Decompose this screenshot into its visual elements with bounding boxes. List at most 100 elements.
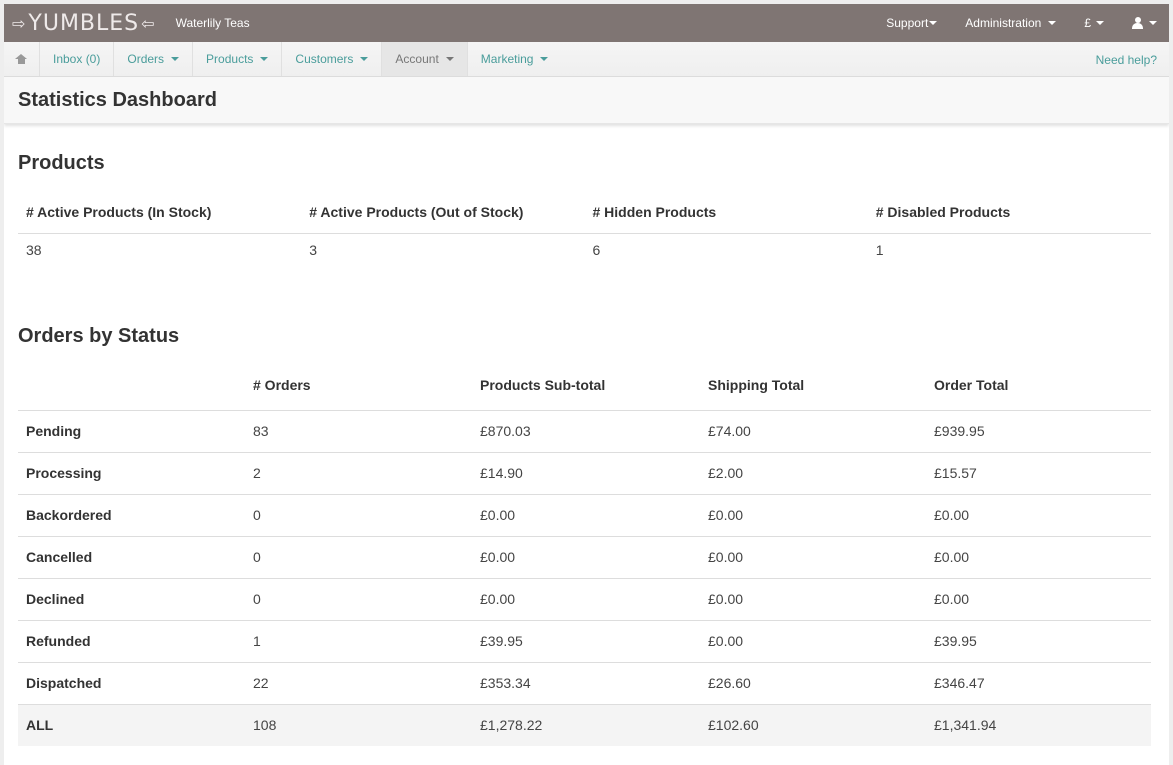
- nav-marketing[interactable]: Marketing: [468, 42, 562, 76]
- nav-products-label: Products: [206, 52, 254, 66]
- nav-customers[interactable]: Customers: [282, 42, 383, 76]
- user-icon: [1132, 17, 1143, 29]
- status-cell: ALL: [26, 717, 54, 734]
- total-cell: £39.95: [934, 633, 977, 649]
- shipping-cell: £2.00: [708, 465, 744, 481]
- page: ⇨ YUMBLES ⇦ Waterlily Teas Support Admin…: [4, 4, 1169, 765]
- orders-cell: 1: [253, 633, 261, 649]
- shipping-cell: £26.60: [708, 675, 751, 691]
- total-cell: £15.57: [934, 465, 977, 481]
- page-title: Statistics Dashboard: [18, 88, 217, 111]
- nav-account[interactable]: Account: [382, 42, 468, 76]
- caret-down-icon: [1096, 21, 1104, 25]
- yumbles-logo[interactable]: ⇨ YUMBLES ⇦: [4, 4, 158, 42]
- subtotal-cell: £870.03: [480, 423, 531, 439]
- table-row: Pending 83 £870.03 £74.00 £939.95: [18, 410, 1151, 452]
- col-status: [18, 360, 245, 411]
- user-menu[interactable]: [1118, 17, 1169, 29]
- logo-text: YUMBLES: [28, 10, 140, 36]
- caret-down-icon: [1149, 21, 1157, 25]
- nav-inbox-label: Inbox (0): [53, 52, 101, 66]
- products-header-row: # Active Products (In Stock) # Active Pr…: [18, 187, 1151, 234]
- top-right-menu: Support Administration £: [872, 4, 1169, 42]
- col-orders: # Orders: [245, 360, 472, 411]
- subtotal-cell: £0.00: [480, 507, 516, 523]
- active-in-stock-count: 38: [26, 241, 42, 258]
- table-row: Refunded 1 £39.95 £0.00 £39.95: [18, 620, 1151, 662]
- status-cell: Backordered: [26, 507, 112, 523]
- totals-row: ALL 108 £1,278.22 £102.60 £1,341.94: [18, 704, 1151, 746]
- orders-cell: 83: [253, 423, 269, 439]
- dashboard-content: Products # Active Products (In Stock) # …: [4, 152, 1169, 746]
- status-cell: Declined: [26, 591, 85, 607]
- shipping-cell: £102.60: [708, 717, 759, 734]
- active-out-of-stock-count: 3: [309, 241, 318, 258]
- orders-section-title: Orders by Status: [18, 325, 180, 347]
- home-icon: [15, 54, 27, 64]
- shipping-cell: £0.00: [708, 633, 744, 649]
- support-label: Support: [886, 16, 929, 30]
- total-cell: £0.00: [934, 507, 970, 523]
- nav-marketing-label: Marketing: [480, 52, 534, 66]
- need-help-link[interactable]: Need help?: [1096, 42, 1157, 77]
- subtotal-cell: £0.00: [480, 549, 516, 565]
- caret-down-icon: [360, 57, 369, 61]
- table-row: Declined 0 £0.00 £0.00 £0.00: [18, 578, 1151, 620]
- subtotal-cell: £1,278.22: [480, 717, 543, 734]
- col-disabled-products: # Disabled Products: [867, 187, 1151, 234]
- nav-orders[interactable]: Orders: [114, 42, 194, 76]
- status-cell: Cancelled: [26, 549, 93, 565]
- orders-cell: 22: [253, 675, 269, 691]
- currency-label: £: [1084, 16, 1091, 30]
- nav-inbox[interactable]: Inbox (0): [40, 42, 115, 76]
- shipping-cell: £74.00: [708, 423, 751, 439]
- shop-name: Waterlily Teas: [175, 16, 250, 30]
- main-nav: Inbox (0) Orders Products Customers Acco…: [4, 42, 1169, 77]
- orders-cell: 0: [253, 549, 261, 565]
- orders-by-status-table: # Orders Products Sub-total Shipping Tot…: [18, 360, 1151, 746]
- caret-down-icon: [445, 57, 454, 61]
- caret-down-icon: [1048, 21, 1057, 25]
- logo-left-arrow-icon: ⇨: [12, 13, 27, 33]
- hidden-products-count: 6: [592, 241, 601, 258]
- orders-cell: 0: [253, 591, 261, 607]
- total-cell: £346.47: [934, 675, 985, 691]
- top-bar: ⇨ YUMBLES ⇦ Waterlily Teas Support Admin…: [4, 4, 1169, 42]
- caret-down-icon: [260, 57, 269, 61]
- administration-label: Administration: [965, 16, 1042, 30]
- nav-account-label: Account: [395, 52, 439, 66]
- products-section-title: Products: [18, 152, 105, 174]
- total-cell: £939.95: [934, 423, 985, 439]
- status-cell: Processing: [26, 465, 102, 481]
- table-row: Cancelled 0 £0.00 £0.00 £0.00: [18, 536, 1151, 578]
- orders-cell: 2: [253, 465, 261, 481]
- caret-down-icon: [540, 57, 549, 61]
- table-row: Backordered 0 £0.00 £0.00 £0.00: [18, 494, 1151, 536]
- status-cell: Dispatched: [26, 675, 102, 691]
- subtotal-cell: £14.90: [480, 465, 523, 481]
- products-values-row: 38 3 6 1: [18, 233, 1151, 266]
- orders-cell: 108: [253, 717, 277, 734]
- currency-menu[interactable]: £: [1070, 16, 1118, 30]
- nav-customers-label: Customers: [295, 52, 354, 66]
- subtotal-cell: £39.95: [480, 633, 523, 649]
- total-cell: £0.00: [934, 591, 970, 607]
- administration-menu[interactable]: Administration: [951, 16, 1070, 30]
- table-row: Dispatched 22 £353.34 £26.60 £346.47: [18, 662, 1151, 704]
- col-products-subtotal: Products Sub-total: [472, 360, 700, 411]
- caret-down-icon: [929, 21, 938, 25]
- col-shipping-total: Shipping Total: [700, 360, 926, 411]
- caret-down-icon: [171, 57, 180, 61]
- col-order-total: Order Total: [926, 360, 1151, 411]
- support-menu[interactable]: Support: [872, 16, 951, 30]
- disabled-products-count: 1: [875, 241, 884, 258]
- nav-home[interactable]: [4, 42, 40, 76]
- col-active-in-stock: # Active Products (In Stock): [18, 187, 302, 234]
- subtotal-cell: £0.00: [480, 591, 516, 607]
- nav-products[interactable]: Products: [193, 42, 283, 76]
- total-cell: £0.00: [934, 549, 970, 565]
- products-table: # Active Products (In Stock) # Active Pr…: [18, 187, 1151, 266]
- table-row: Processing 2 £14.90 £2.00 £15.57: [18, 452, 1151, 494]
- dashboard-header: Statistics Dashboard: [4, 77, 1169, 124]
- col-active-out-of-stock: # Active Products (Out of Stock): [301, 187, 585, 234]
